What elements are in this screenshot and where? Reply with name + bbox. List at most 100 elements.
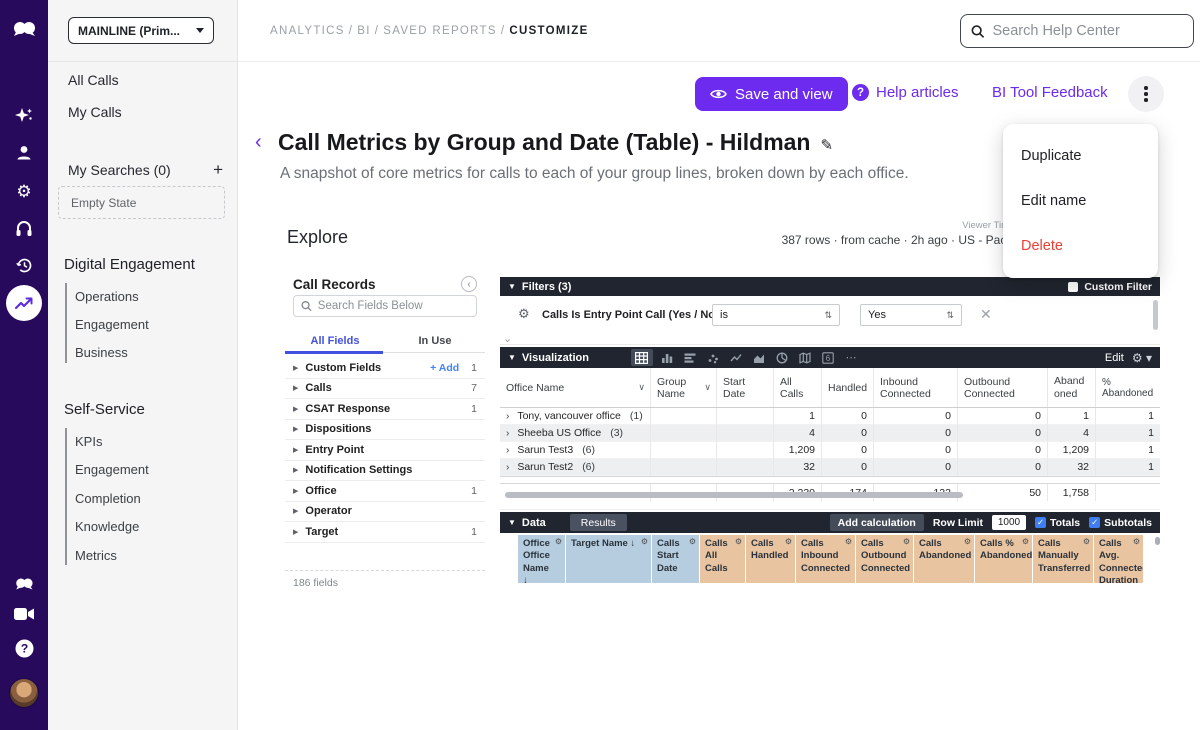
chip-manually-transferred[interactable]: Calls Manually Transferred⚙ (1033, 535, 1093, 583)
expand-caret-icon[interactable]: ▶ (293, 528, 298, 536)
collapse-data-icon[interactable]: ▼ (508, 518, 516, 527)
support-headset-icon[interactable] (0, 220, 48, 238)
chevron-down-icon[interactable]: ∨ (704, 382, 711, 393)
col-abandoned[interactable]: Abandoned (1047, 368, 1095, 407)
menu-item-edit-name[interactable]: Edit name (1021, 193, 1140, 209)
help-icon[interactable]: ? (0, 639, 48, 658)
sidebar-item-knowledge[interactable]: Knowledge (75, 519, 139, 534)
sidebar-item-kpis[interactable]: KPIs (75, 434, 102, 449)
ai-sparkle-icon[interactable] (0, 106, 48, 126)
col-pct-abandoned[interactable]: % Abandoned (1095, 368, 1160, 407)
field-group-office[interactable]: ▶Office1 (285, 481, 485, 502)
edit-title-icon[interactable]: ✎ (820, 137, 833, 154)
gear-icon[interactable]: ⚙ (1022, 537, 1029, 547)
table-row[interactable]: ›Sarun Test2(6) 32 0 0 0 32 1 (500, 459, 1160, 476)
data-bar[interactable]: ▼ Data Results Add calculation Row Limit… (500, 512, 1160, 533)
visualization-bar[interactable]: ▼ Visualization 6 ⋯ (500, 347, 1160, 368)
breadcrumb-saved-reports[interactable]: SAVED REPORTS (383, 25, 497, 37)
field-group-calls[interactable]: ▶Calls7 (285, 379, 485, 400)
tab-all-fields[interactable]: All Fields (285, 330, 385, 352)
field-group-csat-response[interactable]: ▶CSAT Response1 (285, 399, 485, 420)
help-search-input[interactable] (992, 23, 1183, 39)
chip-office-name[interactable]: Office Office Name ↓⚙ (518, 535, 565, 583)
back-button[interactable]: ‹ (255, 132, 262, 152)
remove-filter-icon[interactable]: ✕ (980, 306, 992, 323)
user-avatar[interactable] (9, 678, 39, 708)
expand-caret-icon[interactable]: ▶ (293, 364, 298, 372)
settings-gear-icon[interactable]: ⚙ (0, 182, 48, 202)
gear-icon[interactable]: ⚙ (735, 537, 742, 547)
gear-icon[interactable]: ⚙ (641, 537, 648, 547)
vis-table-icon[interactable] (631, 349, 653, 366)
col-start-date[interactable]: Start Date (716, 368, 773, 407)
col-group-name[interactable]: Group Name∨ (650, 368, 716, 407)
field-group-dispositions[interactable]: ▶Dispositions (285, 420, 485, 441)
table-row[interactable]: ›Sheeba US Office(3) 4 0 0 0 4 1 (500, 425, 1160, 442)
gear-icon[interactable]: ⚙ (555, 537, 562, 547)
sidebar-item-my-calls[interactable]: My Calls (68, 104, 122, 120)
expand-caret-icon[interactable]: ▶ (293, 507, 298, 515)
history-icon[interactable] (0, 256, 48, 275)
field-group-notification-settings[interactable]: ▶Notification Settings (285, 461, 485, 482)
vis-hbar-chart-icon[interactable] (682, 350, 699, 366)
expand-caret-icon[interactable]: ▶ (293, 487, 298, 495)
chip-handled[interactable]: Calls Handled⚙ (746, 535, 795, 583)
gear-icon[interactable]: ⚙ (1133, 537, 1140, 547)
gear-icon[interactable]: ⚙ (964, 537, 971, 547)
tab-in-use[interactable]: In Use (385, 330, 485, 352)
dialpad-logo-icon[interactable] (0, 20, 48, 38)
custom-filter-checkbox[interactable] (1068, 282, 1078, 292)
sidebar-item-all-calls[interactable]: All Calls (68, 72, 119, 88)
expand-caret-icon[interactable]: ▶ (293, 466, 298, 474)
sidebar-item-metrics[interactable]: Metrics (75, 548, 117, 563)
sidebar-item-completion[interactable]: Completion (75, 491, 141, 506)
chip-pct-abandoned[interactable]: Calls % Abandoned⚙ (975, 535, 1032, 583)
vis-single-value-icon[interactable]: 6 (820, 350, 837, 366)
col-all-calls[interactable]: All Calls (773, 368, 821, 407)
collapse-visualization-icon[interactable]: ▼ (508, 353, 516, 362)
help-articles-link[interactable]: ? Help articles (852, 84, 959, 101)
filters-bar[interactable]: ▼ Filters (3) Custom Filter (500, 277, 1160, 296)
sidebar-item-engagement[interactable]: Engagement (75, 317, 149, 332)
gear-icon[interactable]: ⚙ (845, 537, 852, 547)
chip-abandoned[interactable]: Calls Abandoned⚙ (914, 535, 974, 583)
horizontal-scrollbar[interactable] (505, 492, 963, 498)
visualization-settings-icon[interactable]: ⚙ ▾ (1132, 351, 1152, 365)
office-selector-dropdown[interactable]: MAINLINE (Prim... (68, 17, 214, 44)
breadcrumb-analytics[interactable]: ANALYTICS (270, 25, 345, 37)
fields-search[interactable] (293, 295, 477, 317)
dialpad-mini-logo-icon[interactable] (0, 577, 48, 591)
gear-icon[interactable]: ⚙ (689, 537, 696, 547)
gear-icon[interactable]: ⚙ (903, 537, 910, 547)
vis-scatter-icon[interactable] (705, 350, 722, 366)
vis-area-chart-icon[interactable] (751, 350, 768, 366)
analytics-active-icon[interactable] (6, 285, 42, 321)
menu-item-delete[interactable]: Delete (1021, 238, 1140, 254)
col-handled[interactable]: Handled (821, 368, 873, 407)
add-custom-field-button[interactable]: + Add (430, 362, 459, 374)
contacts-icon[interactable] (0, 144, 48, 162)
add-search-button[interactable]: + (213, 160, 223, 180)
expand-caret-icon[interactable]: ▶ (293, 384, 298, 392)
edit-visualization-button[interactable]: Edit (1105, 352, 1124, 364)
chip-outbound-connected[interactable]: Calls Outbound Connected⚙ (856, 535, 913, 583)
filter-value-select[interactable]: Yes ⇅ (860, 304, 962, 326)
vis-more-icon[interactable]: ⋯ (843, 350, 860, 366)
field-group-entry-point[interactable]: ▶Entry Point (285, 440, 485, 461)
chip-avg-connected-duration[interactable]: Calls Avg. Connected Duration ⚙ (1094, 535, 1143, 583)
fields-search-input[interactable] (318, 300, 469, 312)
sidebar-item-business[interactable]: Business (75, 345, 128, 360)
field-group-operator[interactable]: ▶Operator (285, 502, 485, 523)
totals-checkbox[interactable]: ✓Totals (1035, 517, 1080, 529)
chevron-down-icon[interactable]: ∨ (638, 382, 645, 393)
vis-bar-chart-icon[interactable] (659, 350, 676, 366)
chips-scrollbar[interactable] (1155, 537, 1160, 545)
results-tab[interactable]: Results (570, 514, 627, 531)
sidebar-item-ss-engagement[interactable]: Engagement (75, 462, 149, 477)
chip-start-date[interactable]: Calls Start Date⚙ (652, 535, 699, 583)
add-calculation-button[interactable]: Add calculation (830, 514, 924, 531)
col-office-name[interactable]: Office Name∨ (500, 368, 650, 407)
breadcrumb-bi[interactable]: BI (357, 25, 370, 37)
table-row[interactable]: ›Sarun Test3(6) 1,209 0 0 0 1,209 1 (500, 442, 1160, 459)
chip-inbound-connected[interactable]: Calls Inbound Connected⚙ (796, 535, 855, 583)
